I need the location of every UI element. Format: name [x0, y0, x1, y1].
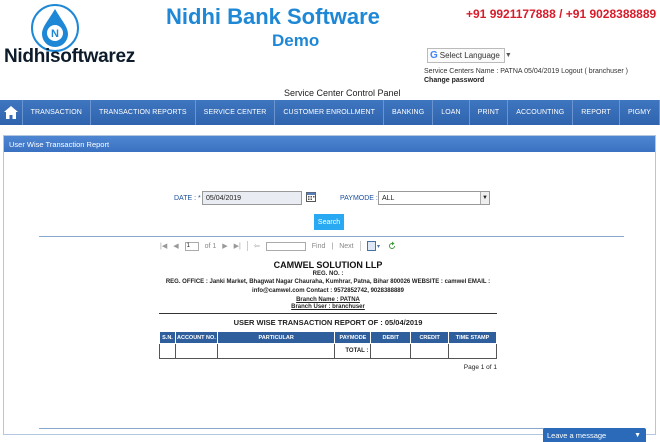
toolbar-separator — [246, 241, 248, 251]
find-link[interactable]: Find — [312, 243, 326, 250]
logo-text[interactable]: Nidhisoftwarez — [4, 46, 135, 68]
page-count: of 1 — [204, 242, 217, 250]
last-page-icon[interactable]: ▶| — [234, 242, 241, 250]
next-link[interactable]: Next — [339, 243, 353, 250]
nav-loan[interactable]: LOAN — [433, 100, 470, 125]
chevron-down-icon: ▼ — [504, 52, 512, 59]
site-header: N Nidhisoftwarez Nidhi Bank Software Dem… — [0, 0, 660, 100]
total-label: TOTAL : — [334, 343, 372, 359]
leave-message-label: Leave a message — [547, 430, 607, 440]
language-selector[interactable]: G Select Language ▼ — [427, 48, 512, 63]
date-input[interactable]: 05/04/2019 — [202, 191, 302, 205]
toolbar-pipe: | — [331, 242, 334, 250]
paymode-select[interactable]: ALL ▼ — [378, 191, 490, 205]
reg-no: REG. NO. : — [312, 271, 344, 277]
home-icon — [3, 106, 18, 119]
next-page-icon[interactable]: ▶ — [222, 242, 227, 250]
nav-banking[interactable]: BANKING — [384, 100, 434, 125]
table-cell — [216, 343, 336, 359]
col-sn: S.N. — [159, 331, 176, 344]
table-cell — [448, 343, 497, 359]
refresh-icon[interactable] — [387, 241, 397, 251]
google-translate-icon: G — [430, 50, 438, 61]
col-credit: CREDIT — [410, 331, 450, 344]
find-input[interactable] — [265, 241, 306, 251]
back-icon[interactable]: ⇦ — [254, 242, 260, 250]
nav-print[interactable]: PRINT — [470, 100, 509, 125]
nav-transaction[interactable]: TRANSACTION — [23, 100, 91, 125]
nav-report[interactable]: REPORT — [573, 100, 620, 125]
control-panel-title: Service Center Control Panel — [284, 88, 401, 98]
calendar-icon[interactable] — [306, 191, 316, 202]
nav-accounting[interactable]: ACCOUNTING — [508, 100, 574, 125]
nav-pigmy[interactable]: PIGMY — [620, 100, 660, 125]
office-address: REG. OFFICE : Janki Market, Bhagwat Naga… — [159, 278, 497, 296]
col-debit: DEBIT — [370, 331, 412, 344]
brand-title: Nidhi Bank Software — [166, 4, 380, 29]
language-label: Select Language — [439, 51, 500, 60]
nav-service-center[interactable]: SERVICE CENTER — [196, 100, 276, 125]
panel-heading: User Wise Transaction Report — [4, 136, 655, 152]
total-credit — [410, 343, 450, 359]
table-cell — [174, 343, 218, 359]
home-button[interactable] — [0, 100, 23, 125]
first-page-icon[interactable]: |◀ — [160, 242, 167, 250]
total-debit — [370, 343, 412, 359]
col-time-stamp: TIME STAMP — [448, 331, 497, 344]
contact-phones: +91 9921177888 / +91 9028388889 — [466, 7, 657, 21]
main-navbar: TRANSACTION TRANSACTION REPORTS SERVICE … — [0, 100, 660, 125]
report-rule — [159, 313, 497, 314]
transaction-table: S.N. ACCOUNT NO. PARTICULAR PAYMODE DEBI… — [159, 331, 497, 359]
divider — [39, 236, 624, 237]
bottom-divider — [39, 428, 624, 429]
logo-letter: N — [51, 28, 59, 40]
chevron-down-icon: ▼ — [480, 192, 489, 204]
toolbar-separator — [359, 241, 361, 251]
nav-customer-enrollment[interactable]: CUSTOMER ENROLLMENT — [275, 100, 385, 125]
col-account-no: ACCOUNT NO. — [174, 331, 218, 344]
previous-page-icon[interactable]: ◀ — [173, 242, 178, 250]
chevron-down-icon: ▼ — [634, 431, 641, 439]
page-number-input[interactable]: 1 — [184, 241, 199, 251]
paymode-value: ALL — [382, 194, 395, 202]
report-title: USER WISE TRANSACTION REPORT OF : 05/04/… — [233, 318, 423, 327]
nav-transaction-reports[interactable]: TRANSACTION REPORTS — [91, 100, 196, 125]
address-line-1: REG. OFFICE : Janki Market, Bhagwat Naga… — [165, 279, 491, 285]
table-cell — [159, 343, 176, 359]
table-header-row: S.N. ACCOUNT NO. PARTICULAR PAYMODE DEBI… — [159, 331, 497, 344]
report-panel: User Wise Transaction Report DATE : * 05… — [3, 135, 656, 435]
date-label: DATE : * — [174, 195, 201, 202]
table-row: TOTAL : — [159, 343, 497, 359]
brand-subtitle: Demo — [272, 31, 320, 50]
paymode-label: PAYMODE : — [340, 195, 378, 202]
report-toolbar: |◀ ◀ 1 of 1 ▶ ▶| ⇦ Find | Next — [160, 240, 397, 252]
change-password-link[interactable]: Change password — [424, 77, 484, 84]
branch-user: Branch User : branchuser — [291, 304, 365, 310]
report-document: CAMWEL SOLUTION LLP REG. NO. : REG. OFFI… — [159, 260, 497, 371]
company-name: CAMWEL SOLUTION LLP — [273, 260, 383, 270]
search-button[interactable]: Search — [314, 214, 344, 230]
address-line-2: info@camwel.com Contact : 9572852742, 90… — [252, 288, 404, 294]
col-paymode: PAYMODE — [334, 331, 372, 344]
export-icon[interactable] — [366, 241, 381, 251]
page-indicator: Page 1 of 1 — [463, 364, 497, 371]
branch-name: Branch Name : PATNA — [296, 297, 360, 303]
service-center-info[interactable]: Service Centers Name : PATNA 05/04/2019 … — [424, 68, 628, 75]
col-particular: PARTICULAR — [216, 331, 336, 344]
